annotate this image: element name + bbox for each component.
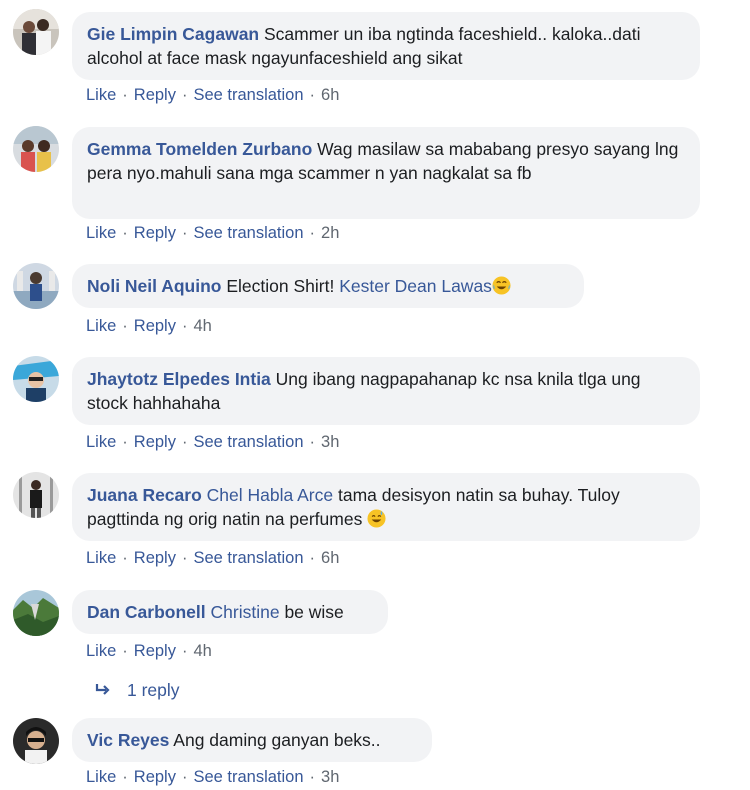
like-link[interactable]: Like: [86, 433, 116, 451]
see-translation-link[interactable]: See translation: [193, 768, 303, 786]
replies-count[interactable]: 1 reply: [127, 680, 180, 700]
comment-bubble: Jhaytotz Elpedes Intia Ung ibang nagpapa…: [72, 357, 700, 425]
reply-link[interactable]: Reply: [134, 549, 176, 567]
reply-link[interactable]: Reply: [134, 433, 176, 451]
separator: ·: [181, 224, 188, 242]
comment-author[interactable]: Gie Limpin Cagawan: [87, 24, 259, 44]
comment-author[interactable]: Juana Recaro: [87, 485, 202, 505]
reply-link[interactable]: Reply: [134, 768, 176, 786]
reply-link[interactable]: Reply: [134, 642, 176, 660]
avatar[interactable]: [13, 718, 59, 764]
mention-link[interactable]: Christine: [211, 602, 280, 622]
reply-link[interactable]: Reply: [134, 224, 176, 242]
comment-author[interactable]: Vic Reyes: [87, 730, 169, 750]
separator: ·: [309, 549, 316, 567]
separator: ·: [181, 642, 188, 660]
comment-actions: Like · Reply · See translation · 3h: [86, 433, 339, 452]
separator: ·: [122, 433, 128, 451]
comment-author[interactable]: Jhaytotz Elpedes Intia: [87, 369, 271, 389]
like-link[interactable]: Like: [86, 86, 116, 104]
like-link[interactable]: Like: [86, 549, 116, 567]
timestamp[interactable]: 2h: [321, 224, 339, 242]
avatar[interactable]: [13, 356, 59, 402]
avatar[interactable]: [13, 126, 59, 172]
see-translation-link[interactable]: See translation: [193, 86, 303, 104]
like-link[interactable]: Like: [86, 317, 116, 335]
separator: ·: [122, 642, 128, 660]
separator: ·: [309, 224, 316, 242]
separator: ·: [181, 433, 188, 451]
comment-bubble: Noli Neil Aquino Election Shirt! Kester …: [72, 264, 584, 308]
timestamp[interactable]: 3h: [321, 433, 339, 451]
like-link[interactable]: Like: [86, 768, 116, 786]
separator: ·: [122, 549, 128, 567]
like-link[interactable]: Like: [86, 642, 116, 660]
comment-text: be wise: [284, 602, 344, 622]
comment-text: Ang daming ganyan beks..: [173, 730, 381, 750]
comment-author[interactable]: Gemma Tomelden Zurbano: [87, 139, 312, 159]
mention-link[interactable]: Kester Dean Lawas: [339, 276, 492, 296]
comment-bubble: Gemma Tomelden Zurbano Wag masilaw sa ma…: [72, 127, 700, 219]
comment-actions: Like · Reply · See translation · 6h: [86, 549, 339, 568]
comment-actions: Like · Reply · 4h: [86, 642, 212, 661]
comment-author[interactable]: Noli Neil Aquino: [87, 276, 221, 296]
see-translation-link[interactable]: See translation: [193, 224, 303, 242]
timestamp[interactable]: 6h: [321, 86, 339, 104]
avatar[interactable]: [13, 472, 59, 518]
grinning-sweat-face-icon: [367, 509, 386, 528]
separator: ·: [309, 86, 316, 104]
comment-actions: Like · Reply · See translation · 6h: [86, 86, 339, 105]
timestamp[interactable]: 6h: [321, 549, 339, 567]
timestamp[interactable]: 4h: [193, 317, 211, 335]
view-replies-link[interactable]: 1 reply: [95, 680, 180, 701]
separator: ·: [122, 224, 128, 242]
timestamp[interactable]: 3h: [321, 768, 339, 786]
separator: ·: [181, 768, 188, 786]
reply-link[interactable]: Reply: [134, 317, 176, 335]
comment-bubble: Juana Recaro Chel Habla Arce tama desisy…: [72, 473, 700, 541]
see-translation-link[interactable]: See translation: [193, 549, 303, 567]
avatar[interactable]: [13, 263, 59, 309]
comment-actions: Like · Reply · 4h: [86, 317, 212, 336]
reply-arrow-icon: [95, 680, 111, 701]
separator: ·: [181, 86, 188, 104]
comment-bubble: Vic Reyes Ang daming ganyan beks..: [72, 718, 432, 762]
separator: ·: [122, 86, 128, 104]
comment-actions: Like · Reply · See translation · 2h: [86, 224, 339, 243]
separator: ·: [122, 317, 128, 335]
see-translation-link[interactable]: See translation: [193, 433, 303, 451]
comment-bubble: Gie Limpin Cagawan Scammer un iba ngtind…: [72, 12, 700, 80]
face-with-tears-of-joy-icon: [492, 276, 511, 295]
reply-link[interactable]: Reply: [134, 86, 176, 104]
comment-actions: Like · Reply · See translation · 3h: [86, 768, 339, 787]
comment-author[interactable]: Dan Carbonell: [87, 602, 206, 622]
separator: ·: [122, 768, 128, 786]
mention-link[interactable]: Chel Habla Arce: [207, 485, 333, 505]
separator: ·: [309, 768, 316, 786]
comment-text: Election Shirt!: [226, 276, 335, 296]
separator: ·: [309, 433, 316, 451]
separator: ·: [181, 317, 188, 335]
separator: ·: [181, 549, 188, 567]
comment-bubble: Dan Carbonell Christine be wise: [72, 590, 388, 634]
avatar[interactable]: [13, 590, 59, 636]
avatar[interactable]: [13, 9, 59, 55]
like-link[interactable]: Like: [86, 224, 116, 242]
timestamp[interactable]: 4h: [193, 642, 211, 660]
